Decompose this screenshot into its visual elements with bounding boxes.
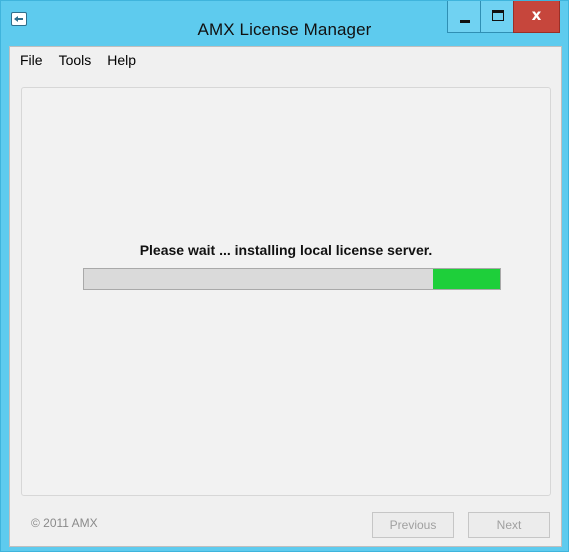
menu-help[interactable]: Help xyxy=(107,52,136,68)
client-area: File Tools Help Please wait ... installi… xyxy=(9,46,562,547)
content-panel: Please wait ... installing local license… xyxy=(21,87,551,496)
status-message: Please wait ... installing local license… xyxy=(139,242,433,258)
menu-tools[interactable]: Tools xyxy=(59,52,92,68)
footer: © 2011 AMX Previous Next xyxy=(10,504,561,546)
minimize-icon xyxy=(460,20,470,23)
progress-fill xyxy=(433,269,500,289)
app-icon[interactable] xyxy=(11,12,27,26)
maximize-icon xyxy=(492,10,504,21)
previous-button[interactable]: Previous xyxy=(372,512,454,538)
menu-file[interactable]: File xyxy=(20,52,43,68)
title-bar[interactable]: AMX License Manager x xyxy=(1,1,568,45)
copyright-text: © 2011 AMX xyxy=(31,516,98,530)
maximize-button[interactable] xyxy=(480,1,514,33)
close-icon: x xyxy=(531,6,542,24)
progress-bar xyxy=(83,268,501,290)
caption-buttons: x xyxy=(447,1,560,33)
app-window: AMX License Manager x File Tools Help Pl… xyxy=(0,0,569,552)
minimize-button[interactable] xyxy=(447,1,481,33)
next-button[interactable]: Next xyxy=(468,512,550,538)
close-button[interactable]: x xyxy=(513,1,560,33)
menu-bar: File Tools Help xyxy=(10,47,561,73)
